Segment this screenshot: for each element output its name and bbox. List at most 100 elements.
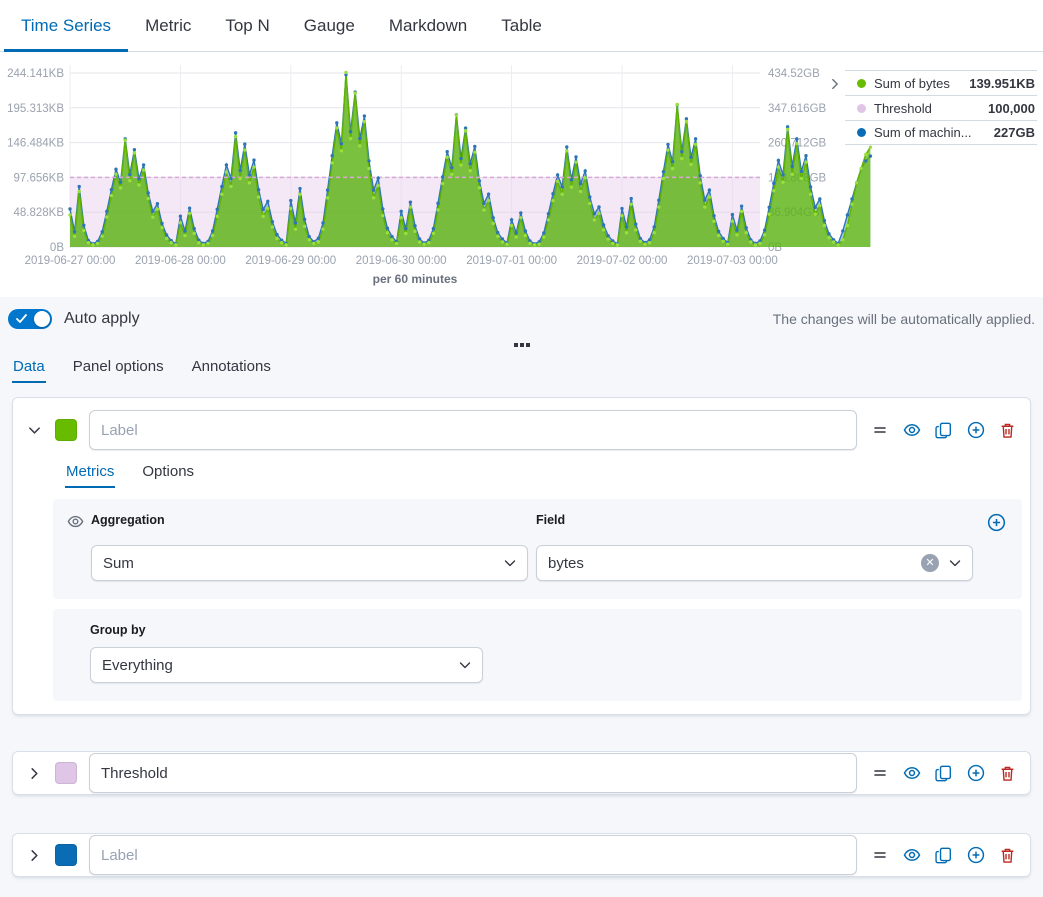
chart-legend: Sum of bytes 139.951KB Threshold 100,000… <box>845 70 1037 145</box>
svg-text:146.484KB: 146.484KB <box>7 138 64 150</box>
series-label-input[interactable] <box>89 410 857 450</box>
series-delete-button[interactable] <box>998 846 1017 865</box>
chevron-down-icon <box>502 555 518 571</box>
field-value: bytes <box>548 555 584 572</box>
series-collapse-button[interactable] <box>13 423 55 438</box>
svg-text:97.656KB: 97.656KB <box>13 172 64 184</box>
trash-icon <box>999 765 1016 782</box>
legend-item[interactable]: Sum of bytes 139.951KB <box>845 70 1037 95</box>
tab-options[interactable]: Options <box>141 463 195 488</box>
panel-resize-handle[interactable] <box>0 341 1043 349</box>
chevron-right-icon <box>27 848 42 863</box>
legend-item[interactable]: Sum of machin... 227GB <box>845 120 1037 145</box>
tab-panel-options[interactable]: Panel options <box>72 355 165 383</box>
plus-circle-icon <box>967 846 985 864</box>
legend-item-label: Sum of bytes <box>874 76 950 91</box>
series-header <box>13 834 1030 876</box>
series-header <box>13 398 1030 450</box>
series-add-button[interactable] <box>966 846 985 865</box>
series-actions <box>870 421 1017 440</box>
legend-item-label: Threshold <box>874 101 932 116</box>
copy-icon <box>935 422 952 439</box>
auto-apply-hint: The changes will be automatically applie… <box>773 311 1035 327</box>
series-header <box>13 752 1030 794</box>
auto-apply-toggle[interactable] <box>8 309 52 329</box>
series-color-swatch[interactable] <box>55 419 77 441</box>
series-drag-handle[interactable] <box>870 421 889 440</box>
series-label-input[interactable] <box>89 753 857 793</box>
drag-handle-icon <box>872 765 888 781</box>
tab-gauge[interactable]: Gauge <box>287 0 372 51</box>
svg-text:2019-07-01 00:00: 2019-07-01 00:00 <box>466 255 557 267</box>
svg-text:2019-07-02 00:00: 2019-07-02 00:00 <box>577 255 668 267</box>
copy-icon <box>935 765 952 782</box>
eye-icon <box>903 846 921 864</box>
series-actions <box>870 846 1017 865</box>
svg-text:48.828KB: 48.828KB <box>13 207 64 219</box>
series-drag-handle[interactable] <box>870 846 889 865</box>
series-visibility-button[interactable] <box>902 421 921 440</box>
svg-text:2019-06-27 00:00: 2019-06-27 00:00 <box>25 255 116 267</box>
legend-color-dot <box>857 128 866 137</box>
legend-color-dot <box>857 79 866 88</box>
series-add-button[interactable] <box>966 421 985 440</box>
add-metric-button[interactable] <box>987 513 1006 532</box>
tab-markdown[interactable]: Markdown <box>372 0 484 51</box>
series-expand-button[interactable] <box>13 766 55 781</box>
series-add-button[interactable] <box>966 764 985 783</box>
chevron-down-icon <box>27 423 42 438</box>
plus-circle-icon <box>987 513 1006 532</box>
group-by-select[interactable]: Everything <box>90 647 483 683</box>
plus-circle-icon <box>967 764 985 782</box>
series-clone-button[interactable] <box>934 846 953 865</box>
aggregation-select[interactable]: Sum <box>91 545 528 581</box>
svg-text:2019-06-30 00:00: 2019-06-30 00:00 <box>356 255 447 267</box>
group-by-label: Group by <box>90 623 1006 639</box>
series-card <box>12 833 1031 877</box>
tab-data[interactable]: Data <box>12 355 46 383</box>
series-delete-button[interactable] <box>998 764 1017 783</box>
trash-icon <box>999 422 1016 439</box>
tab-annotations[interactable]: Annotations <box>191 355 272 383</box>
svg-text:2019-07-03 00:00: 2019-07-03 00:00 <box>687 255 778 267</box>
series-color-swatch[interactable] <box>55 844 77 866</box>
drag-handle-icon <box>872 847 888 863</box>
series-label-input[interactable] <box>89 835 857 875</box>
field-clear-button[interactable]: ✕ <box>921 554 939 572</box>
chevron-right-icon <box>828 77 842 91</box>
series-card: Metrics Options Aggregation Field Sum by… <box>12 397 1031 715</box>
svg-text:2019-06-28 00:00: 2019-06-28 00:00 <box>135 255 226 267</box>
legend-item[interactable]: Threshold 100,000 <box>845 95 1037 120</box>
metric-visibility-icon[interactable] <box>67 513 84 530</box>
chevron-right-icon <box>27 766 42 781</box>
chevron-down-icon <box>947 555 963 571</box>
svg-text:195.313KB: 195.313KB <box>7 103 64 115</box>
field-label: Field <box>536 513 973 529</box>
series-drag-handle[interactable] <box>870 764 889 783</box>
tab-metrics[interactable]: Metrics <box>65 463 115 488</box>
eye-icon <box>903 764 921 782</box>
aggregation-label: Aggregation <box>91 513 528 529</box>
field-select[interactable]: bytes ✕ <box>536 545 973 581</box>
series-visibility-button[interactable] <box>902 764 921 783</box>
chevron-down-icon <box>457 657 473 673</box>
tab-time-series[interactable]: Time Series <box>4 0 128 51</box>
series-color-swatch[interactable] <box>55 762 77 784</box>
auto-apply-label: Auto apply <box>64 310 140 328</box>
aggregation-value: Sum <box>103 555 134 572</box>
visualization-type-tabs: Time Series Metric Top N Gauge Markdown … <box>0 0 1043 52</box>
series-expand-button[interactable] <box>13 848 55 863</box>
eye-icon <box>903 421 921 439</box>
legend-collapse-button[interactable] <box>825 74 845 94</box>
series-clone-button[interactable] <box>934 764 953 783</box>
legend-item-value: 100,000 <box>988 101 1037 116</box>
trash-icon <box>999 847 1016 864</box>
tab-top-n[interactable]: Top N <box>208 0 286 51</box>
tab-table[interactable]: Table <box>484 0 559 51</box>
series-visibility-button[interactable] <box>902 846 921 865</box>
series-clone-button[interactable] <box>934 421 953 440</box>
tab-metric[interactable]: Metric <box>128 0 208 51</box>
series-actions <box>870 764 1017 783</box>
series-delete-button[interactable] <box>998 421 1017 440</box>
svg-text:347.616GB: 347.616GB <box>768 103 827 115</box>
